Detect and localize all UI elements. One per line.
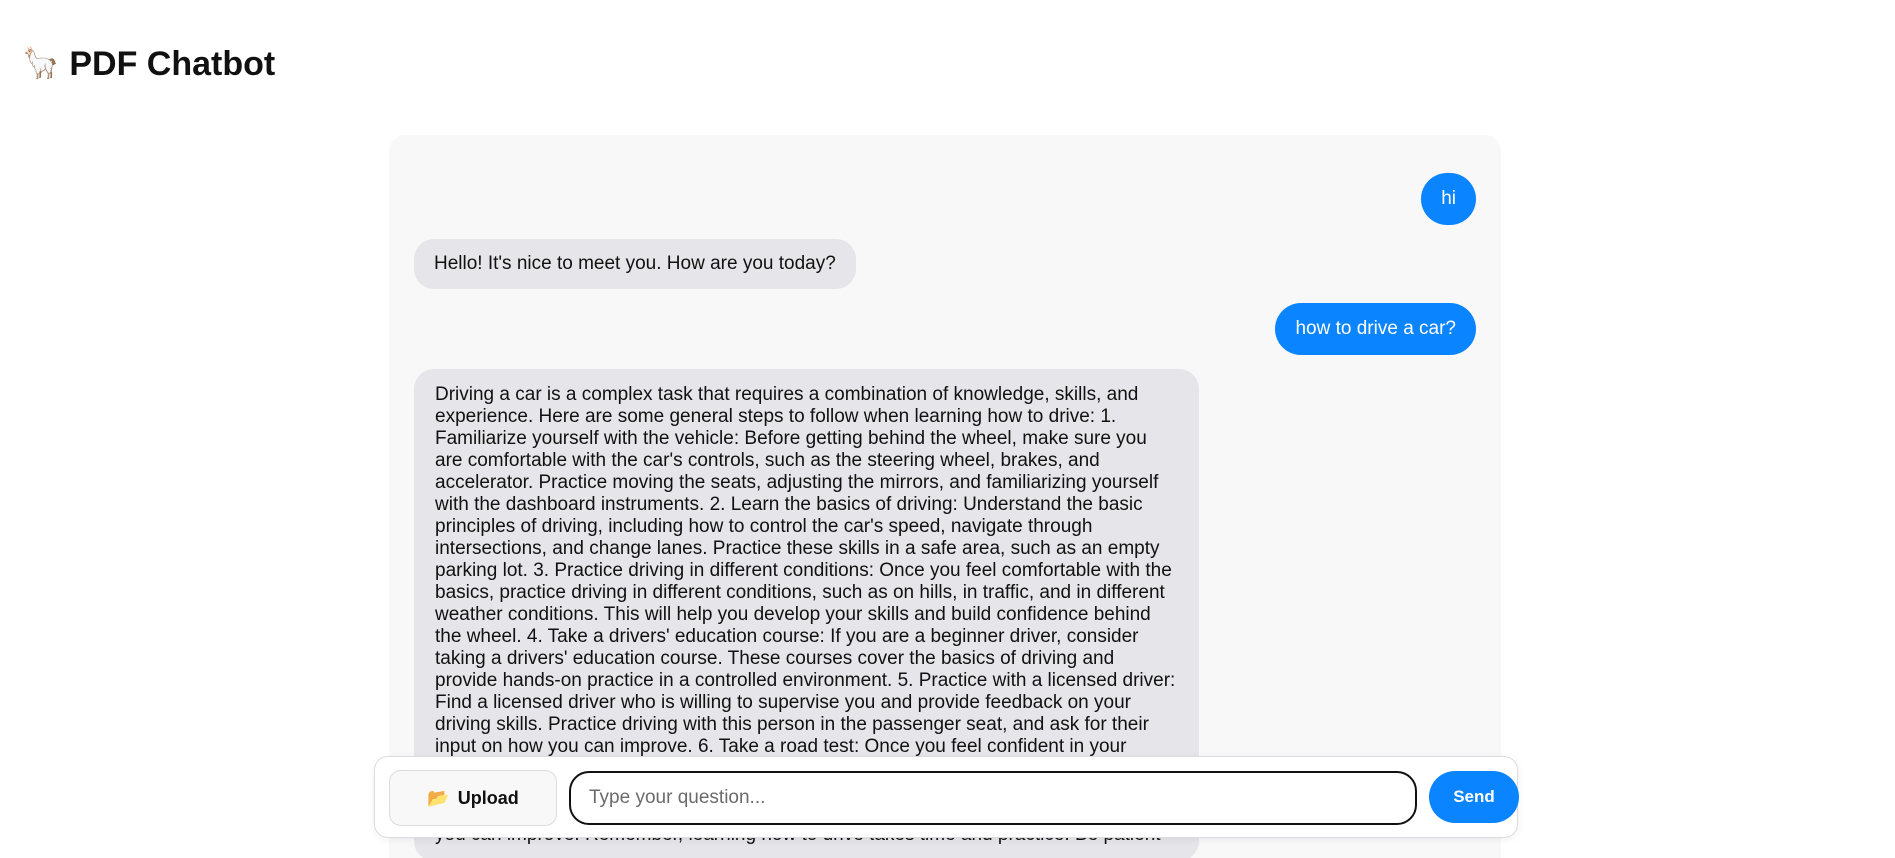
page-title: PDF Chatbot xyxy=(69,45,276,83)
send-button[interactable]: Send xyxy=(1429,771,1519,823)
bot-message: Hello! It's nice to meet you. How are yo… xyxy=(414,239,856,289)
question-input[interactable] xyxy=(569,771,1417,825)
upload-button[interactable]: 📂 Upload xyxy=(389,770,557,826)
composer-bar: 📂 Upload Send xyxy=(374,756,1519,838)
app-root: 🦙 PDF Chatbot hi Hello! It's nice to mee… xyxy=(0,0,1895,858)
user-message: hi xyxy=(1421,173,1476,225)
upload-button-label: Upload xyxy=(457,787,519,808)
message-list: hi Hello! It's nice to meet you. How are… xyxy=(389,135,1501,858)
folder-icon: 📂 xyxy=(427,787,450,808)
bot-message-text: Driving a car is a complex task that req… xyxy=(435,384,1176,779)
header: 🦙 PDF Chatbot xyxy=(22,44,275,84)
user-message: how to drive a car? xyxy=(1275,303,1476,355)
llama-icon: 🦙 xyxy=(22,47,60,80)
chat-panel[interactable]: hi Hello! It's nice to meet you. How are… xyxy=(389,135,1501,858)
